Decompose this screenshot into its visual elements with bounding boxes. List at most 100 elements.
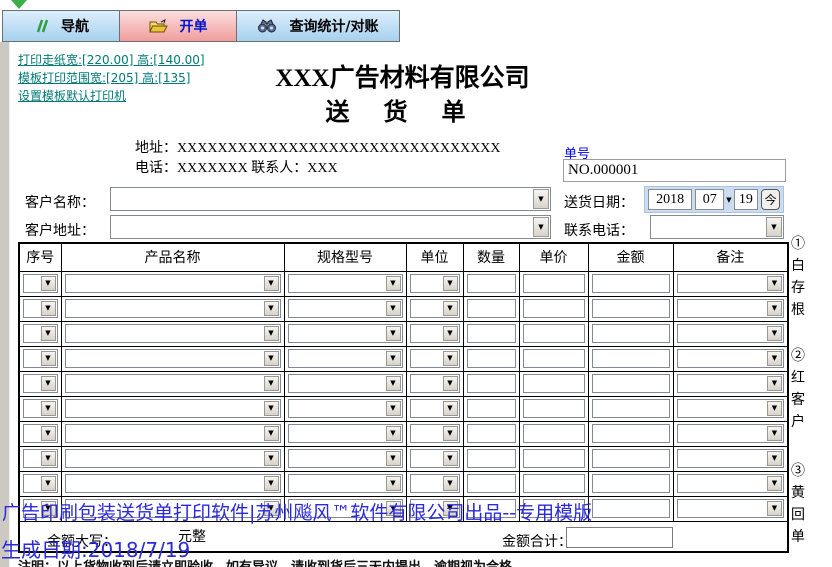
chevron-down-icon[interactable]: ▼ [442, 301, 458, 316]
chevron-down-icon[interactable]: ▼ [40, 451, 56, 466]
chevron-down-icon[interactable]: ▼ [263, 401, 279, 416]
chevron-down-icon[interactable]: ▼ [385, 301, 401, 316]
unit-price-input[interactable] [522, 349, 585, 368]
spec-model-select[interactable]: ▼ [287, 324, 403, 343]
spec-model-select[interactable]: ▼ [287, 299, 403, 318]
unit-select[interactable]: ▼ [409, 474, 460, 493]
chevron-down-icon[interactable]: ▼ [767, 301, 782, 316]
chevron-down-icon[interactable]: ▼ [263, 476, 279, 491]
chevron-down-icon[interactable]: ▼ [442, 476, 458, 491]
unit-price-input[interactable] [522, 324, 585, 343]
product-name-select[interactable]: ▼ [64, 349, 281, 368]
chevron-down-icon[interactable]: ▼ [385, 476, 401, 491]
chevron-down-icon[interactable]: ▼ [40, 476, 56, 491]
quantity-input[interactable] [466, 474, 516, 493]
spec-model-select[interactable]: ▼ [287, 274, 403, 293]
chevron-down-icon[interactable]: ▼ [767, 426, 782, 441]
chevron-down-icon[interactable]: ▼ [767, 501, 782, 516]
product-name-select[interactable]: ▼ [64, 474, 281, 493]
month-spinner-icon[interactable]: ▼ [726, 196, 731, 204]
chevron-down-icon[interactable]: ▼ [767, 401, 782, 416]
chevron-down-icon[interactable]: ▼ [385, 451, 401, 466]
chevron-down-icon[interactable]: ▼ [442, 276, 458, 291]
chevron-down-icon[interactable]: ▼ [766, 217, 782, 237]
date-day-field[interactable]: 19 [733, 189, 759, 210]
chevron-down-icon[interactable]: ▼ [442, 376, 458, 391]
product-name-select[interactable]: ▼ [64, 274, 281, 293]
unit-select[interactable]: ▼ [409, 424, 460, 443]
date-month-field[interactable]: 07 [695, 189, 725, 210]
remark-select[interactable]: ▼ [676, 424, 784, 443]
tab-billing[interactable]: 开单 [120, 10, 237, 42]
unit-select[interactable]: ▼ [409, 324, 460, 343]
chevron-down-icon[interactable]: ▼ [40, 276, 56, 291]
row-index-select[interactable]: ▼ [23, 399, 58, 418]
chevron-down-icon[interactable]: ▼ [40, 351, 56, 366]
spec-model-select[interactable]: ▼ [287, 374, 403, 393]
unit-select[interactable]: ▼ [409, 374, 460, 393]
tab-query-stats[interactable]: 查询统计/对账 [237, 10, 400, 42]
chevron-down-icon[interactable]: ▼ [263, 276, 279, 291]
product-name-select[interactable]: ▼ [64, 374, 281, 393]
unit-select[interactable]: ▼ [409, 399, 460, 418]
today-button[interactable]: 今 [761, 189, 781, 210]
amount-input[interactable] [591, 449, 670, 468]
quantity-input[interactable] [466, 424, 516, 443]
amount-input[interactable] [591, 374, 670, 393]
chevron-down-icon[interactable]: ▼ [533, 189, 549, 209]
chevron-down-icon[interactable]: ▼ [263, 376, 279, 391]
row-index-select[interactable]: ▼ [23, 349, 58, 368]
chevron-down-icon[interactable]: ▼ [767, 326, 782, 341]
amount-input[interactable] [591, 299, 670, 318]
row-index-select[interactable]: ▼ [23, 274, 58, 293]
tab-navigation[interactable]: 导航 [2, 10, 120, 42]
row-index-select[interactable]: ▼ [23, 424, 58, 443]
quantity-input[interactable] [466, 449, 516, 468]
quantity-input[interactable] [466, 299, 516, 318]
chevron-down-icon[interactable]: ▼ [767, 376, 782, 391]
chevron-down-icon[interactable]: ▼ [442, 451, 458, 466]
unit-price-input[interactable] [522, 274, 585, 293]
row-index-select[interactable]: ▼ [23, 474, 58, 493]
date-year-field[interactable]: 2018 [648, 189, 693, 210]
chevron-down-icon[interactable]: ▼ [263, 301, 279, 316]
chevron-down-icon[interactable]: ▼ [263, 426, 279, 441]
total-amount-input[interactable] [566, 526, 673, 548]
chevron-down-icon[interactable]: ▼ [385, 351, 401, 366]
chevron-down-icon[interactable]: ▼ [385, 426, 401, 441]
remark-select[interactable]: ▼ [676, 399, 784, 418]
remark-select[interactable]: ▼ [676, 474, 784, 493]
remark-select[interactable]: ▼ [676, 374, 784, 393]
customer-address-select[interactable]: ▼ [110, 215, 551, 239]
chevron-down-icon[interactable]: ▼ [40, 326, 56, 341]
chevron-down-icon[interactable]: ▼ [442, 401, 458, 416]
amount-input[interactable] [591, 399, 670, 418]
order-no-input[interactable] [563, 159, 786, 182]
quantity-input[interactable] [466, 274, 516, 293]
chevron-down-icon[interactable]: ▼ [533, 217, 549, 237]
chevron-down-icon[interactable]: ▼ [263, 451, 279, 466]
product-name-select[interactable]: ▼ [64, 299, 281, 318]
amount-input[interactable] [591, 324, 670, 343]
amount-input[interactable] [591, 499, 670, 518]
chevron-down-icon[interactable]: ▼ [442, 426, 458, 441]
unit-price-input[interactable] [522, 399, 585, 418]
product-name-select[interactable]: ▼ [64, 449, 281, 468]
spec-model-select[interactable]: ▼ [287, 399, 403, 418]
unit-price-input[interactable] [522, 449, 585, 468]
unit-select[interactable]: ▼ [409, 349, 460, 368]
chevron-down-icon[interactable]: ▼ [767, 351, 782, 366]
contact-phone-select[interactable]: ▼ [650, 215, 784, 239]
chevron-down-icon[interactable]: ▼ [442, 326, 458, 341]
remark-select[interactable]: ▼ [676, 349, 784, 368]
unit-price-input[interactable] [522, 299, 585, 318]
chevron-down-icon[interactable]: ▼ [263, 351, 279, 366]
row-index-select[interactable]: ▼ [23, 299, 58, 318]
product-name-select[interactable]: ▼ [64, 324, 281, 343]
spec-model-select[interactable]: ▼ [287, 449, 403, 468]
chevron-down-icon[interactable]: ▼ [767, 276, 782, 291]
remark-select[interactable]: ▼ [676, 299, 784, 318]
remark-select[interactable]: ▼ [676, 499, 784, 518]
chevron-down-icon[interactable]: ▼ [767, 451, 782, 466]
chevron-down-icon[interactable]: ▼ [385, 276, 401, 291]
